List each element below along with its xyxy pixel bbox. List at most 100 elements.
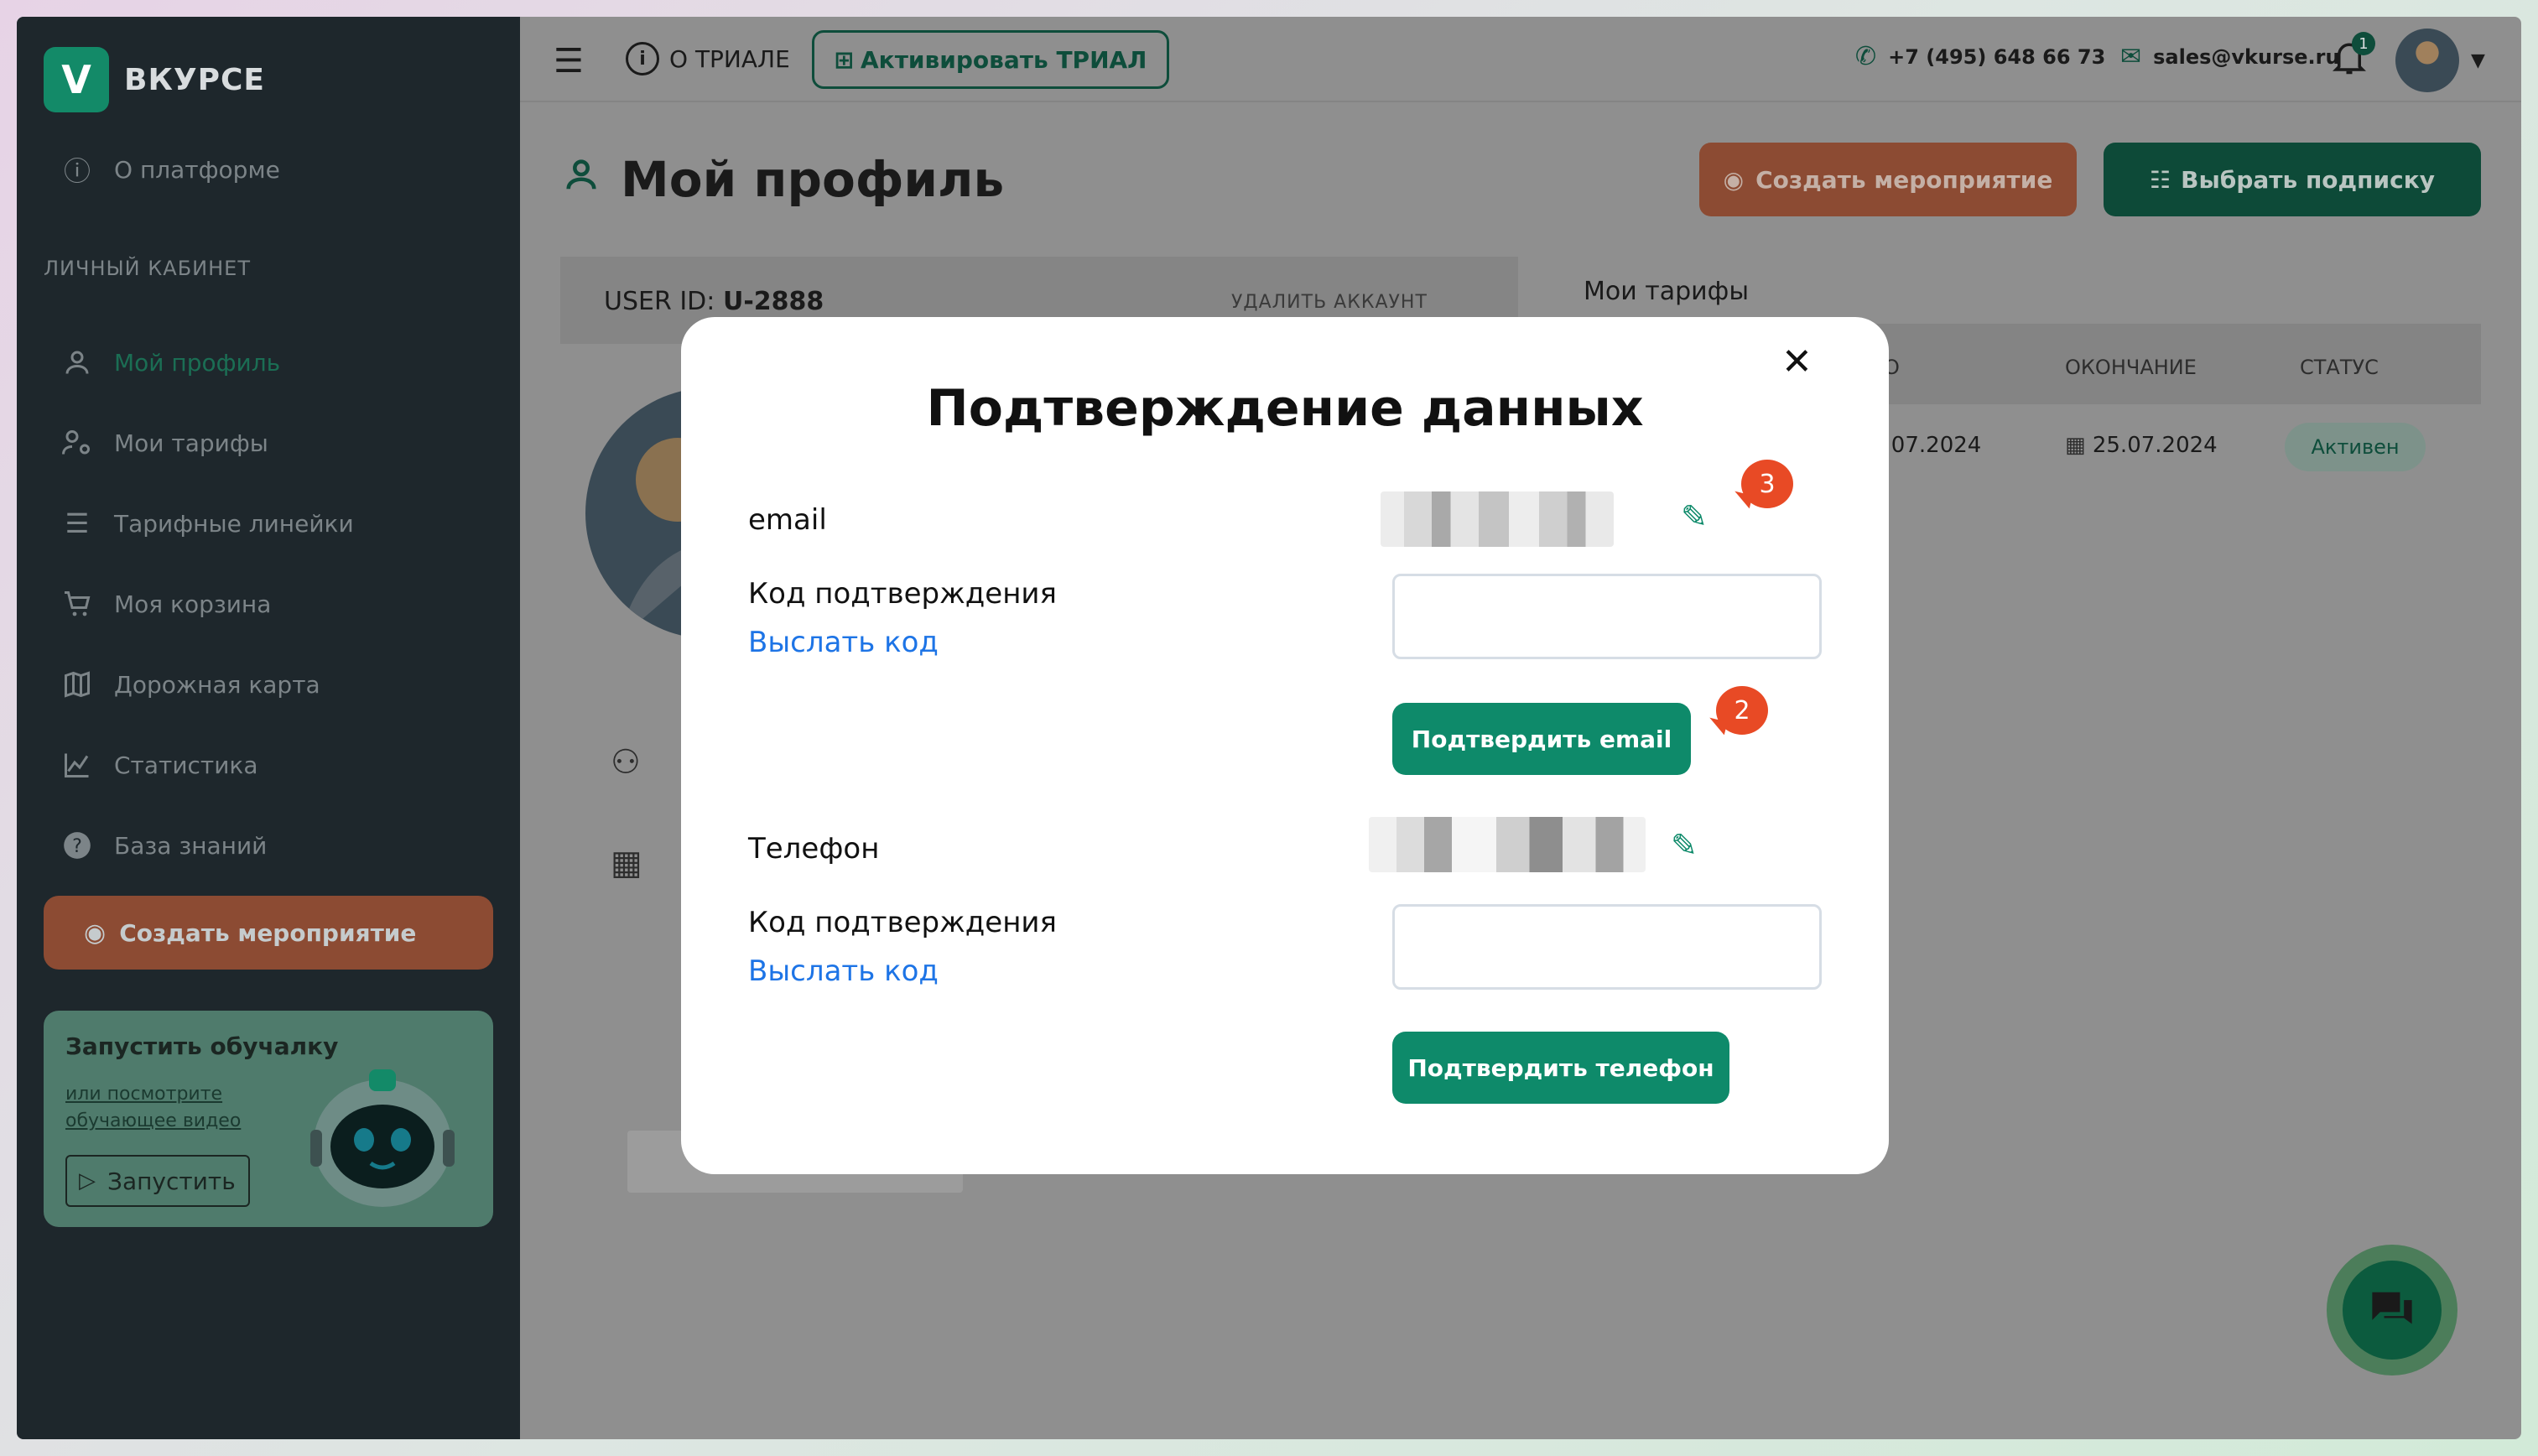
promo-start-label: Запустить [107,1167,236,1195]
sidebar-item-label: Статистика [114,751,258,779]
sidebar-item-roadmap[interactable]: Дорожная карта [59,659,320,710]
user-icon [59,344,96,381]
close-icon[interactable]: ✕ [1781,344,1812,381]
email-code-label: Код подтверждения [748,577,1057,611]
tariffs-title: Мои тарифы [1584,277,1750,306]
sidebar-item-my-tariffs[interactable]: Мои тарифы [59,418,268,468]
sidebar-item-about[interactable]: ⓘ О платформе [59,144,280,195]
cart-icon [59,585,96,622]
promo-video-link[interactable]: или посмотрите обучающее видео [65,1081,267,1135]
chart-icon [59,746,96,783]
notification-badge: 1 [2352,32,2375,55]
gift-icon: ⊞ [834,45,855,74]
confirm-data-modal: ✕ Подтверждение данных email ✎ 3 Код под… [681,317,1889,1174]
webcam-icon: ◉ [84,918,107,948]
mail-icon: ✉ [2120,42,2142,71]
user-icon [562,155,601,204]
confirm-email-button[interactable]: Подтвердить email [1392,703,1691,775]
sidebar-item-label: Моя корзина [114,590,272,618]
info-icon: i [626,42,659,75]
top-bar: ☰ i О ТРИАЛЕ ⊞ Активировать ТРИАЛ ✆ +7 (… [520,17,2521,102]
phone-value-redacted [1369,817,1646,872]
activate-trial-label: Активировать ТРИАЛ [861,45,1147,74]
edit-phone-pencil-icon[interactable]: ✎ [1671,827,1698,864]
phone-send-code-link[interactable]: Выслать код [748,954,939,988]
sidebar-item-label: Тарифные линейки [114,509,354,538]
create-event-label: Создать мероприятие [1755,165,2053,194]
svg-text:?: ? [72,835,82,857]
user-id-value: U-2888 [722,287,824,316]
building-icon: ▦ [611,844,642,882]
email-label: email [748,503,827,537]
list-icon: ☰ [65,507,90,539]
phone-icon: ✆ [1855,42,1877,71]
chevron-down-icon[interactable]: ▼ [2471,50,2485,71]
calendar-icon: ▦ [2065,433,2093,458]
sidebar-item-label: База знаний [114,831,268,860]
promo-start-button[interactable]: ▷ Запустить [65,1155,250,1207]
email-code-input[interactable] [1392,574,1822,659]
sidebar: V ВКУРСЕ ⓘ О платформе ЛИЧНЫЙ КАБИНЕТ Мо… [17,17,520,1439]
phone-number: +7 (495) 648 66 73 [1888,44,2106,69]
sidebar-item-cart[interactable]: Моя корзина [59,579,271,629]
user-id: USER ID: U-2888 [604,287,824,316]
sidebar-create-event-button[interactable]: ◉ Создать мероприятие [44,896,493,970]
list-icon: ☷ [2150,165,2171,194]
sidebar-item-knowledge-base[interactable]: ? База знаний [59,820,267,871]
callout-marker-2: 2 [1716,686,1768,735]
choose-subscription-label: Выбрать подписку [2181,165,2435,194]
email-send-code-link[interactable]: Выслать код [748,626,939,659]
column-header-end: ОКОНЧАНИЕ [2065,356,2197,379]
sidebar-item-my-profile[interactable]: Мой профиль [59,337,280,387]
avatar[interactable] [2395,29,2459,92]
logo-mark-icon: V [44,47,109,112]
page-title: Мой профиль [562,151,1004,208]
activate-trial-button[interactable]: ⊞ Активировать ТРИАЛ [812,30,1169,89]
info-icon: ⓘ [63,155,91,187]
sidebar-item-label: Мои тарифы [114,429,268,457]
confirm-phone-button[interactable]: Подтвердить телефон [1392,1032,1729,1104]
phone-code-input[interactable] [1392,904,1822,990]
email-contact[interactable]: ✉ sales@vkurse.ru [2120,42,2340,71]
tariff-end-date-text: 25.07.2024 [2092,433,2218,458]
tutorial-promo-card: Запустить обучалку или посмотрите обучаю… [44,1011,493,1227]
robot-mascot-icon [310,1069,455,1207]
trial-info-link[interactable]: i О ТРИАЛЕ [626,42,790,75]
app-window: V ВКУРСЕ ⓘ О платформе ЛИЧНЫЙ КАБИНЕТ Мо… [17,17,2521,1439]
webcam-icon: ◉ [1723,165,1745,194]
map-icon [59,666,96,703]
chat-icon [2343,1261,2442,1360]
modal-title: Подтверждение данных [926,379,1644,438]
sidebar-item-tariff-lines[interactable]: ☰ Тарифные линейки [59,498,354,549]
menu-icon[interactable]: ☰ [554,42,584,81]
user-settings-icon [59,424,96,461]
callout-marker-3: 3 [1741,460,1793,508]
status-badge: Активен [2285,423,2426,471]
sidebar-section-title: ЛИЧНЫЙ КАБИНЕТ [44,257,252,280]
user-id-label: USER ID: [604,287,715,316]
sidebar-item-label: Дорожная карта [114,670,320,699]
phone-contact[interactable]: ✆ +7 (495) 648 66 73 [1855,42,2105,71]
column-header-status: СТАТУС [2300,356,2379,379]
edit-email-pencil-icon[interactable]: ✎ [1681,498,1708,535]
phone-code-label: Код подтверждения [748,906,1057,939]
help-icon: ? [59,827,96,864]
create-event-button[interactable]: ◉ Создать мероприятие [1699,143,2077,216]
play-icon: ▷ [79,1168,96,1193]
delete-account-link[interactable]: УДАЛИТЬ АККАУНТ [1231,292,1428,313]
logo-text: ВКУРСЕ [124,62,266,97]
logo[interactable]: V ВКУРСЕ [44,47,265,112]
email-address: sales@vkurse.ru [2153,44,2340,69]
sidebar-item-label: Мой профиль [114,348,281,377]
email-value-redacted [1381,491,1614,547]
tariff-end-date: ▦ 25.07.2024 [2065,433,2218,458]
choose-subscription-button[interactable]: ☷ Выбрать подписку [2104,143,2481,216]
chat-button[interactable] [2327,1245,2457,1375]
trial-info-label: О ТРИАЛЕ [669,44,790,73]
sidebar-item-statistics[interactable]: Статистика [59,740,258,790]
phone-label: Телефон [748,832,880,866]
sidebar-create-event-label: Создать мероприятие [119,918,417,947]
user-check-icon: ⚇ [611,743,641,782]
sidebar-item-label: О платформе [114,155,280,184]
page-title-text: Мой профиль [621,151,1005,208]
